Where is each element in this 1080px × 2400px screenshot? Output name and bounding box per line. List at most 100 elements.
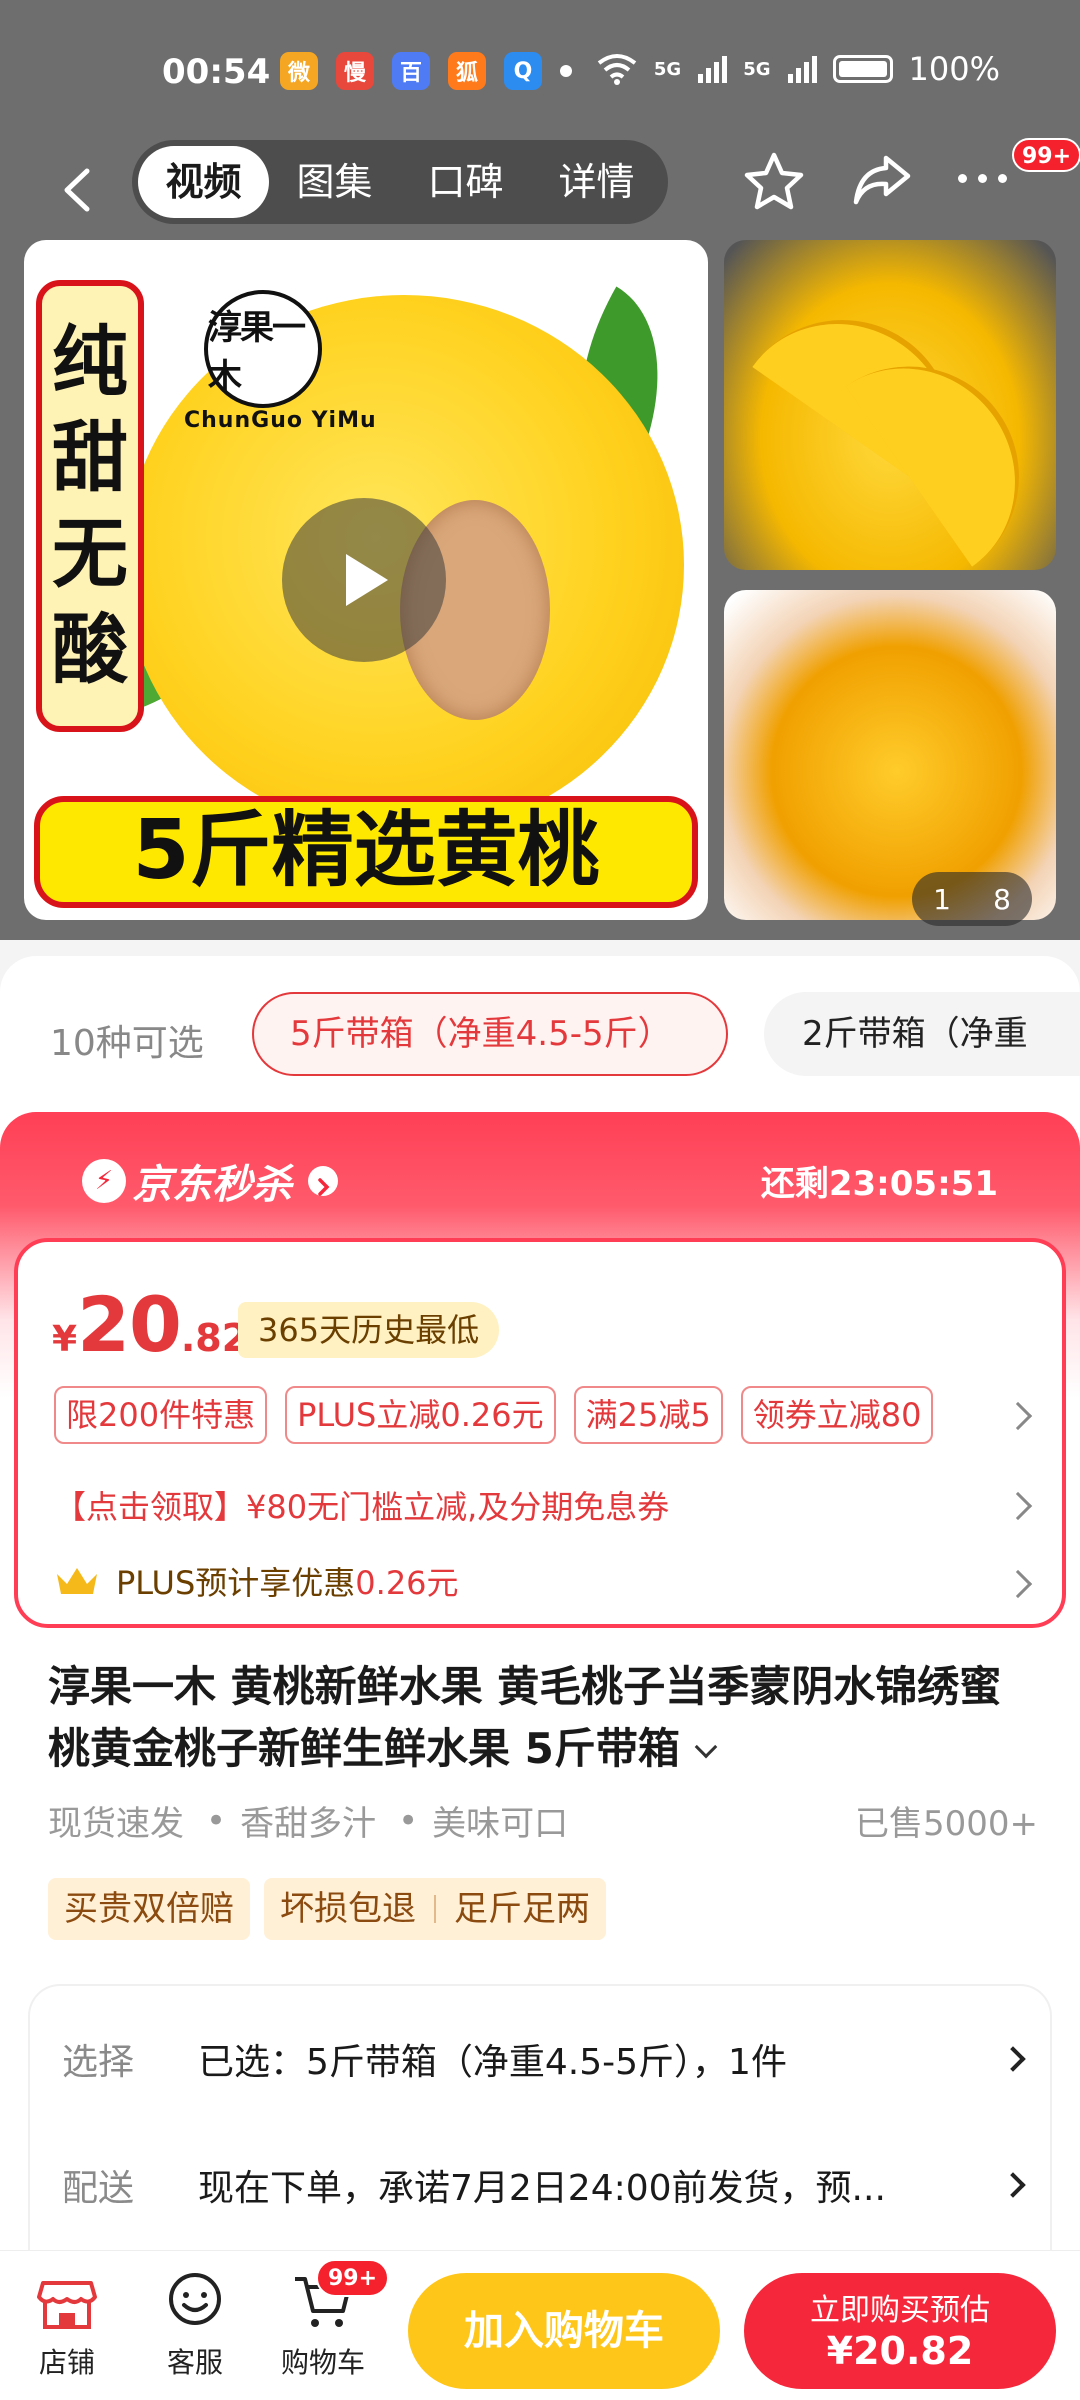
delivery-row[interactable]: 配送 现在下单，承诺7月2日24:00前发货，预...: [62, 2140, 1026, 2230]
coupon-tag[interactable]: 领券立减80: [740, 1386, 934, 1444]
spec-count: 10种可选: [50, 1023, 204, 1064]
buy-now-price: ¥20.82: [826, 2329, 974, 2373]
plus-discount-label: PLUS预计享优惠: [116, 1564, 356, 1602]
service-guarantees[interactable]: 买贵双倍赔 坏损包退 足斤足两: [48, 1878, 606, 1940]
status-indicators: 5G 5G 100%: [596, 50, 1000, 88]
top-nav: 视频 图集 口碑 详情 99+: [0, 138, 1080, 240]
price: ¥ 20 .82: [52, 1280, 248, 1369]
wifi-icon: [597, 54, 637, 85]
flash-sale-title: 京东秒杀: [132, 1162, 292, 1208]
guarantee-badge-group: 坏损包退 足斤足两: [264, 1878, 606, 1940]
slogan-char: 无: [52, 509, 128, 598]
product-content: 10种可选 5斤带箱（净重4.5-5斤） 2斤带箱（净重 ⚡ 京东秒杀 还剩23…: [0, 956, 1080, 2306]
page-total: 8: [993, 882, 1011, 916]
chevron-right-icon: [1000, 2172, 1026, 2198]
sold-count: 已售5000+: [854, 1804, 1038, 1844]
signal-5g-label-2: 5G: [743, 58, 771, 80]
product-tag: 香甜多汁: [240, 1804, 377, 1844]
slogan-char: 纯: [52, 317, 128, 406]
promo-link[interactable]: 【点击领取】¥80无门槛立减,及分期免息券: [54, 1482, 669, 1528]
slogan-banner: 5斤精选黄桃: [34, 796, 698, 908]
weibo-icon: 微: [280, 52, 318, 90]
delivery-value: 现在下单，承诺7月2日24:00前发货，预...: [198, 2168, 886, 2209]
coupon-list: 限200件特惠 PLUS立减0.26元 满25减5 领券立减80: [54, 1386, 934, 1444]
search-app-icon: Q: [504, 52, 542, 90]
gallery-thumbnail-1[interactable]: [724, 240, 1056, 570]
coupon-tag[interactable]: 满25减5: [573, 1386, 723, 1444]
add-to-cart-button[interactable]: 加入购物车: [408, 2273, 720, 2389]
chevron-right-icon[interactable]: [1003, 1569, 1033, 1599]
bottom-action-bar: 店铺 客服 购物车 99+ 加入购物车 立即购买预估 ¥20.82: [0, 2250, 1080, 2400]
slogan-char: 酸: [52, 605, 128, 694]
chevron-right-icon[interactable]: [1003, 1491, 1033, 1521]
coupon-tag[interactable]: PLUS立减0.26元: [285, 1386, 556, 1444]
play-video-button[interactable]: [282, 498, 446, 662]
select-label: 选择: [62, 2042, 135, 2083]
tab-reviews[interactable]: 口碑: [400, 146, 531, 218]
chevron-right-icon[interactable]: [1003, 1401, 1033, 1431]
battery-icon: [832, 55, 893, 83]
back-icon[interactable]: [52, 166, 100, 214]
signal-bars-icon-2: [787, 56, 817, 83]
store-icon: [35, 2269, 99, 2333]
guarantee-label: 坏损包退: [280, 1889, 416, 1929]
slogan-char: 甜: [52, 413, 128, 502]
spec-option[interactable]: 2斤带箱（净重: [764, 992, 1080, 1076]
price-currency: ¥: [52, 1319, 78, 1360]
share-icon[interactable]: [852, 152, 912, 208]
product-tags: 现货速发 • 香甜多汁 • 美味可口 已售5000+: [48, 1796, 1038, 1845]
buy-now-label: 立即购买预估: [810, 2293, 990, 2328]
page-current: 1: [933, 882, 951, 916]
favorite-star-icon[interactable]: [742, 150, 806, 214]
flash-sale-panel: ⚡ 京东秒杀 还剩23:05:51 ¥ 20 .82 365天历史最低 限200…: [0, 1112, 1080, 1632]
tab-details[interactable]: 详情: [531, 146, 662, 218]
select-row[interactable]: 选择 已选：5斤带箱（净重4.5-5斤），1件: [62, 2014, 1026, 2104]
countdown-timer: 还剩23:05:51: [760, 1164, 998, 1204]
gallery-page-indicator: 1 8: [912, 872, 1032, 926]
store-button[interactable]: 店铺: [12, 2269, 122, 2381]
crown-icon: [57, 1568, 97, 1594]
delivery-label: 配送: [62, 2168, 135, 2209]
customer-service-button[interactable]: 客服: [140, 2269, 250, 2381]
play-icon: [346, 554, 388, 606]
slogan-vertical: 纯 甜 无 酸: [36, 280, 144, 732]
battery-level: 100%: [908, 50, 1000, 88]
tab-gallery[interactable]: 图集: [269, 146, 400, 218]
select-value: 已选：5斤带箱（净重4.5-5斤），1件: [198, 2042, 787, 2083]
media-tabs: 视频 图集 口碑 详情: [132, 140, 668, 224]
guarantee-label: 足斤足两: [454, 1889, 590, 1929]
chevron-right-icon: [308, 1166, 338, 1196]
buy-now-button[interactable]: 立即购买预估 ¥20.82: [744, 2273, 1056, 2389]
jd-logo-icon: ⚡: [82, 1159, 126, 1203]
spec-selector: 10种可选 5斤带箱（净重4.5-5斤） 2斤带箱（净重: [0, 956, 1080, 1116]
more-menu-icon[interactable]: [958, 174, 1007, 183]
cart-count-badge: 99+: [316, 2259, 390, 2297]
main-product-image[interactable]: 纯 甜 无 酸 淳果一木 ChunGuo YiMu 5斤精选黄桃: [24, 240, 708, 920]
brand-logo-subtitle: ChunGuo YiMu: [184, 408, 377, 433]
status-bar: 00:54 微 慢 百 狐 Q 5G 5G 100%: [0, 0, 1080, 140]
store-label: 店铺: [38, 2346, 95, 2379]
tab-video[interactable]: 视频: [138, 146, 269, 218]
cart-label: 购物车: [280, 2346, 365, 2379]
gallery-thumbnail-2[interactable]: [724, 590, 1056, 920]
chevron-down-icon[interactable]: [694, 1735, 718, 1759]
coupon-tag[interactable]: 限200件特惠: [54, 1386, 268, 1444]
baidu-icon: 百: [392, 52, 430, 90]
spec-option-selected[interactable]: 5斤带箱（净重4.5-5斤）: [252, 992, 728, 1076]
product-title[interactable]: 淳果一木 黄桃新鲜水果 黄毛桃子当季蒙阴水锦绣蜜桃黄金桃子新鲜生鲜水果 5斤带箱: [48, 1656, 1038, 1780]
lowest-price-badge: 365天历史最低: [238, 1302, 500, 1358]
guarantee-badge: 买贵双倍赔: [48, 1878, 250, 1940]
flash-sale-header[interactable]: ⚡ 京东秒杀: [82, 1152, 338, 1210]
plus-discount-row[interactable]: PLUS预计享优惠0.26元: [54, 1558, 459, 1604]
product-tag: 美味可口: [432, 1804, 569, 1844]
more-badge: 99+: [1012, 138, 1080, 172]
chat-smile-icon: [163, 2269, 227, 2333]
product-title-text: 淳果一木 黄桃新鲜水果 黄毛桃子当季蒙阴水锦绣蜜桃黄金桃子新鲜生鲜水果 5斤带箱: [48, 1662, 1002, 1773]
signal-5g-label: 5G: [653, 58, 682, 80]
service-label: 客服: [166, 2346, 223, 2379]
fox-icon: 狐: [448, 52, 486, 90]
signal-bars-icon: [698, 56, 728, 83]
chevron-right-icon: [1000, 2046, 1026, 2072]
status-time: 00:54: [162, 52, 271, 92]
brand-logo: 淳果一木: [204, 290, 322, 408]
